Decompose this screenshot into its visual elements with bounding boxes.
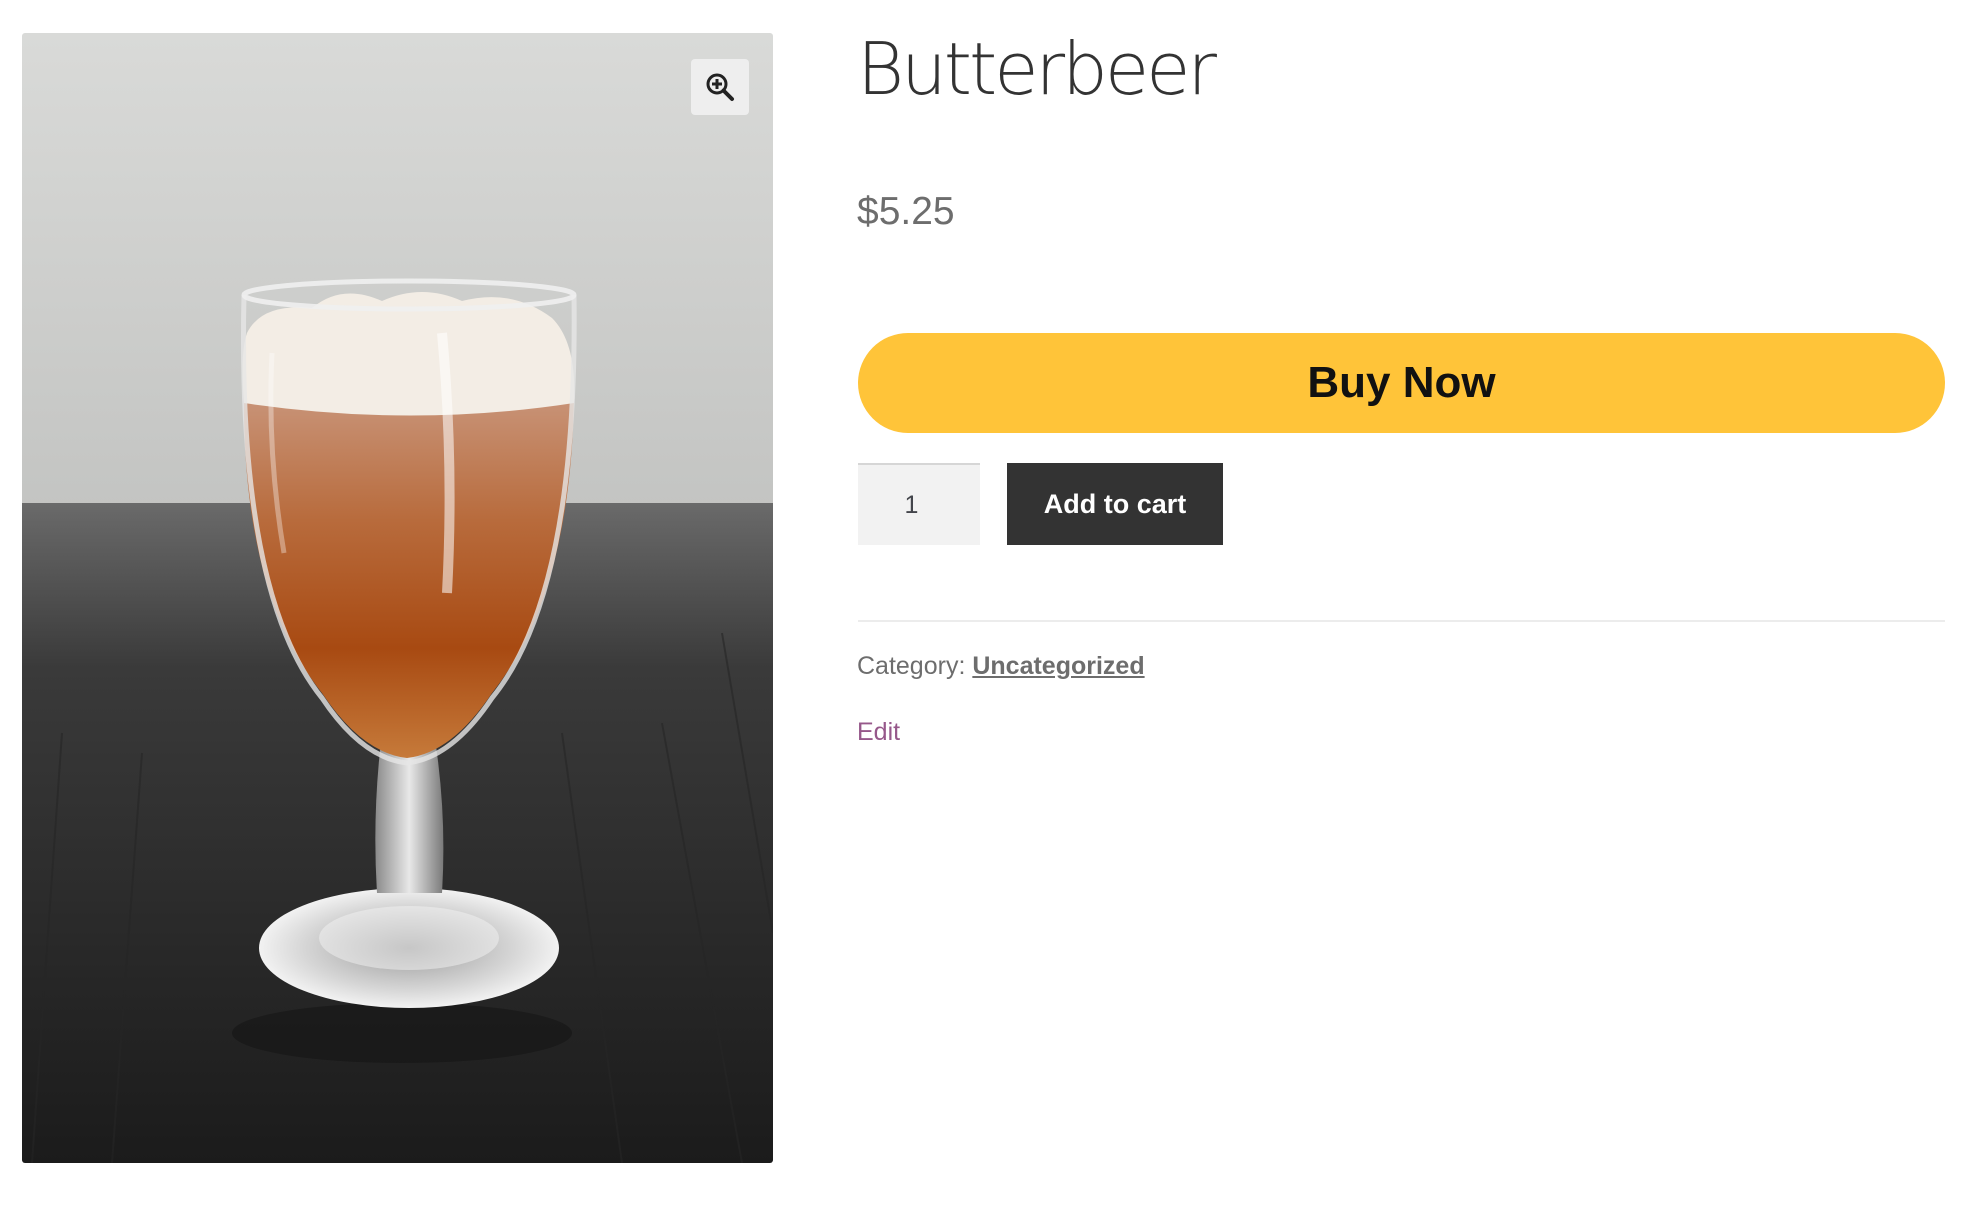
add-to-cart-button[interactable]: Add to cart [1007,463,1223,545]
zoom-in-icon [706,73,734,101]
divider [858,620,1945,622]
quantity-input[interactable] [858,463,980,545]
edit-link[interactable]: Edit [857,718,900,747]
product-meta: Category: Uncategorized [857,652,1145,681]
buy-now-button[interactable]: Buy Now [858,333,1945,433]
product-price: $5.25 [857,190,955,233]
product-image[interactable] [22,33,773,1163]
product-title: Butterbeer [857,27,1217,111]
category-link[interactable]: Uncategorized [972,652,1144,680]
product-gallery [22,33,773,1163]
category-label: Category: [857,652,966,680]
product-page: Butterbeer $5.25 Buy Now Add to cart Cat… [0,0,1966,1218]
zoom-button[interactable] [691,59,749,115]
